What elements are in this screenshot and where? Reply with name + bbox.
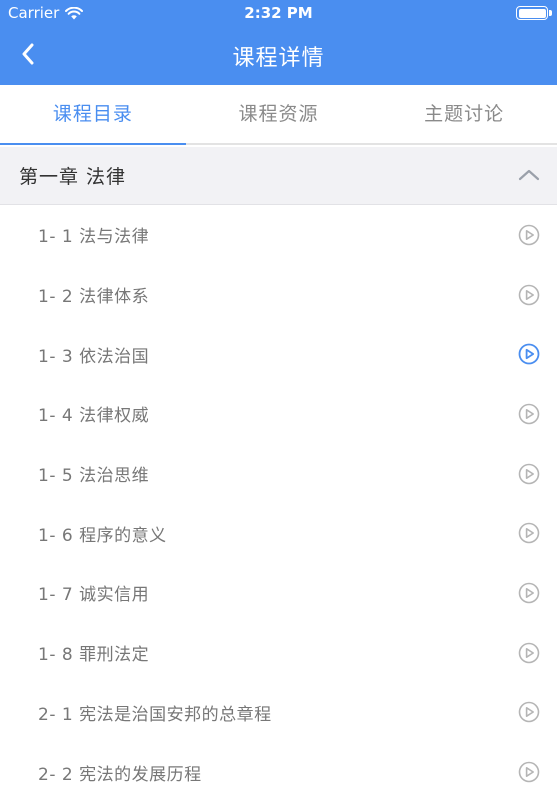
lesson-item[interactable]: 1- 4 法律权威 (0, 384, 557, 444)
lesson-label: 1- 8 罪刑法定 (38, 645, 150, 666)
lesson-item[interactable]: 1- 7 诚实信用 (0, 563, 557, 623)
chapter-header[interactable]: 第一章 法律 (0, 147, 557, 205)
lesson-label: 1- 5 法治思维 (38, 466, 150, 487)
play-circle-icon[interactable] (518, 761, 540, 783)
lesson-label: 2- 1 宪法是治国安邦的总章程 (38, 704, 272, 725)
lesson-item[interactable]: 1- 5 法治思维 (0, 444, 557, 504)
page-title: 课程详情 (232, 46, 325, 71)
tab-label: 课程资源 (238, 103, 319, 125)
lesson-label: 1- 3 依法治国 (38, 346, 150, 367)
lesson-item[interactable]: 2- 1 宪法是治国安邦的总章程 (0, 683, 557, 743)
lesson-item[interactable]: 1- 1 法与法律 (0, 205, 557, 265)
play-circle-icon[interactable] (518, 224, 540, 246)
lesson-label: 1- 7 诚实信用 (38, 585, 150, 606)
play-circle-icon[interactable] (518, 284, 540, 306)
tab-course-catalog[interactable]: 课程目录 (0, 85, 186, 145)
app-header: Carrier 2:32 PM 课程详情 (0, 0, 557, 85)
navigation-bar: 课程详情 (0, 26, 557, 85)
status-time: 2:32 PM (244, 4, 313, 22)
tab-label: 课程目录 (52, 103, 133, 125)
play-circle-icon[interactable] (518, 403, 540, 425)
play-circle-icon[interactable] (518, 582, 540, 604)
lesson-label: 1- 2 法律体系 (38, 287, 150, 308)
play-circle-icon[interactable] (518, 701, 540, 723)
lesson-item[interactable]: 2- 2 宪法的发展历程 (0, 742, 557, 802)
play-circle-icon[interactable] (518, 522, 540, 544)
tab-label: 主题讨论 (424, 103, 505, 125)
lesson-item-active[interactable]: 1- 3 依法治国 (0, 324, 557, 384)
lesson-item[interactable]: 1- 8 罪刑法定 (0, 623, 557, 683)
lesson-list: 1- 1 法与法律 1- 2 法律体系 1- 3 依法治国 1- 4 法律权威 … (0, 205, 557, 802)
chevron-up-icon[interactable] (517, 165, 541, 185)
tab-bar: 课程目录 课程资源 主题讨论 (0, 85, 557, 145)
play-circle-icon[interactable] (518, 343, 540, 365)
play-circle-icon[interactable] (518, 642, 540, 664)
status-bar: Carrier 2:32 PM (0, 0, 557, 26)
tab-topic-discussion[interactable]: 主题讨论 (371, 85, 557, 143)
chapter-title: 第一章 法律 (19, 166, 127, 188)
lesson-item[interactable]: 1- 6 程序的意义 (0, 503, 557, 563)
lesson-label: 1- 1 法与法律 (38, 227, 150, 248)
lesson-label: 2- 2 宪法的发展历程 (38, 764, 202, 785)
lesson-label: 1- 4 法律权威 (38, 406, 150, 427)
lesson-label: 1- 6 程序的意义 (38, 525, 167, 546)
play-circle-icon[interactable] (518, 463, 540, 485)
lesson-item[interactable]: 1- 2 法律体系 (0, 265, 557, 325)
tab-course-resources[interactable]: 课程资源 (186, 85, 372, 143)
battery-icon (516, 6, 552, 20)
